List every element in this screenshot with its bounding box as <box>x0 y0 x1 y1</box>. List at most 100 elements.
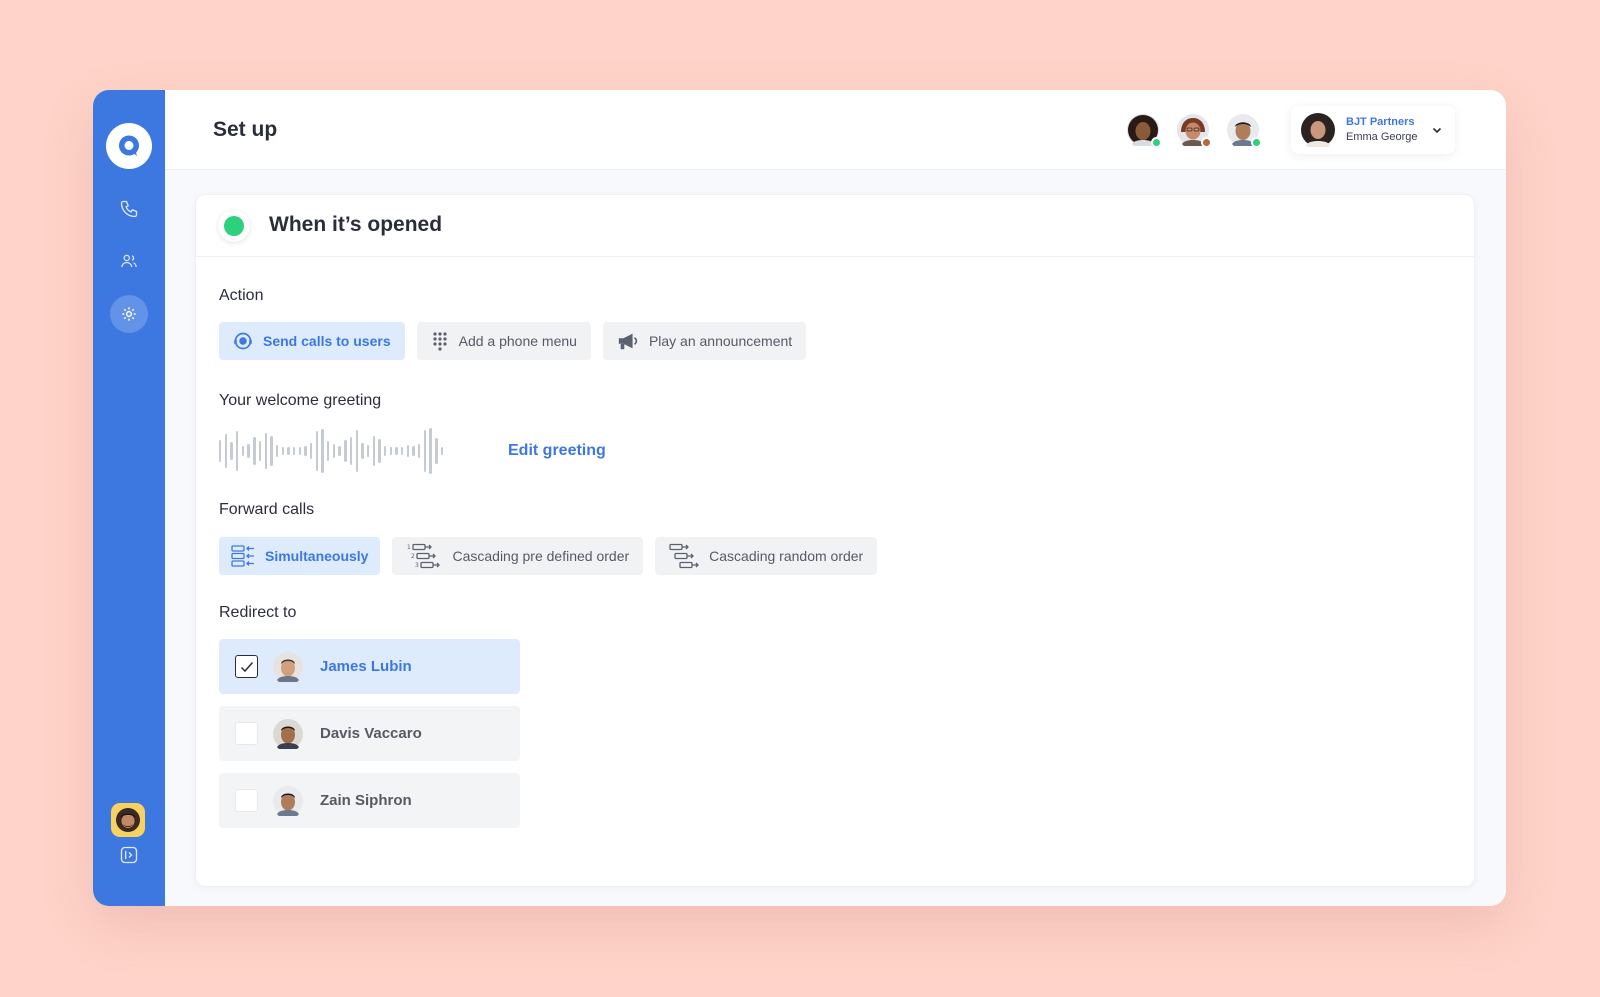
waveform-bar <box>315 431 319 471</box>
logo-icon[interactable] <box>106 123 152 169</box>
profile-avatar[interactable] <box>111 803 145 837</box>
waveform-bar <box>230 442 233 460</box>
action-options: Send calls to users Add a phone menu Pla… <box>219 322 807 360</box>
user-checkbox[interactable] <box>235 722 258 745</box>
simultaneous-icon <box>231 545 254 567</box>
waveform-bar <box>349 437 353 465</box>
chip-label: Add a phone menu <box>458 333 577 349</box>
waveform-bar <box>327 441 330 461</box>
waveform-bar <box>310 443 313 459</box>
user-avatar <box>273 651 303 682</box>
account-company: BJT Partners <box>1346 116 1415 128</box>
waveform-bar <box>236 431 239 471</box>
chip-label: Send calls to users <box>263 333 391 349</box>
user-support-icon <box>234 332 252 350</box>
card-header: When it’s opened <box>196 195 1474 257</box>
waveform-bar <box>378 439 381 463</box>
gear-icon[interactable] <box>110 295 148 333</box>
waveform-bar <box>332 444 336 458</box>
waveform-bar <box>406 445 410 457</box>
waveform-bar <box>338 446 341 456</box>
user-name: Davis Vaccaro <box>320 725 422 742</box>
waveform-bar <box>395 447 398 455</box>
cascade-random-icon <box>669 543 700 569</box>
cascading-random-order-button[interactable]: Cascading random order <box>655 537 878 575</box>
edit-greeting-link[interactable]: Edit greeting <box>508 442 606 460</box>
user-avatar <box>273 718 303 749</box>
waveform-bar <box>429 428 432 474</box>
waveform-bar <box>275 445 279 457</box>
waveform-bar <box>372 436 375 466</box>
chip-label: Cascading random order <box>709 548 864 564</box>
send-calls-to-users-button[interactable]: Send calls to users <box>219 322 405 360</box>
waveform-bar <box>361 443 364 459</box>
team-avatars <box>1127 114 1262 150</box>
waveform-bar <box>247 444 250 458</box>
waveform-bar <box>389 447 393 455</box>
chevron-down-icon[interactable] <box>1431 124 1443 136</box>
open-status-indicator <box>218 210 250 242</box>
check-icon <box>240 661 253 672</box>
waveform-bar <box>258 441 262 461</box>
waveform-bar <box>423 430 427 472</box>
waveform-bar <box>321 429 324 473</box>
waveform-bar <box>281 447 284 455</box>
cascading-predefined-order-button[interactable]: 123 Cascading pre defined order <box>392 537 644 575</box>
add-phone-menu-button[interactable]: Add a phone menu <box>416 322 591 360</box>
account-user-name: Emma George <box>1346 131 1418 143</box>
team-member-avatar[interactable] <box>1127 114 1162 150</box>
user-name: Zain Siphron <box>320 792 412 809</box>
user-checkbox[interactable] <box>235 655 258 678</box>
greeting-label: Your welcome greeting <box>219 392 382 409</box>
waveform-bar <box>440 447 444 455</box>
waveform-bar <box>304 446 307 456</box>
user-checkbox[interactable] <box>235 789 258 812</box>
collapse-sidebar-icon[interactable] <box>110 836 148 874</box>
redirect-user-row[interactable]: Zain Siphron <box>219 773 520 828</box>
redirect-user-row[interactable]: James Lubin <box>219 639 520 694</box>
waveform-bar <box>241 446 245 456</box>
online-status-dot <box>1151 137 1162 148</box>
phone-icon[interactable] <box>110 190 148 228</box>
play-announcement-button[interactable]: Play an announcement <box>602 322 807 360</box>
waveform-bar <box>418 444 421 458</box>
action-label: Action <box>219 287 264 304</box>
waveform-bar <box>355 430 358 472</box>
waveform-bar <box>412 446 415 456</box>
waveform-bar <box>219 440 222 462</box>
waveform-bar <box>435 438 438 464</box>
waveform-bar <box>253 437 256 465</box>
cascade-ordered-icon: 123 <box>407 543 441 569</box>
user-name: James Lubin <box>320 658 412 675</box>
chip-label: Cascading pre defined order <box>452 548 630 564</box>
svg-text:1: 1 <box>407 544 411 551</box>
waveform-bar <box>383 446 387 456</box>
simultaneously-button[interactable]: Simultaneously <box>219 537 381 575</box>
waveform-bar <box>344 440 347 462</box>
away-status-dot <box>1201 137 1212 148</box>
waveform-bar <box>366 445 370 457</box>
redirect-label: Redirect to <box>219 604 297 621</box>
team-member-avatar[interactable] <box>1227 114 1262 150</box>
card-title: When it’s opened <box>269 213 443 236</box>
users-icon[interactable] <box>110 242 148 280</box>
keypad-icon <box>433 332 447 351</box>
app-window: Set up BJT Partners Emma George When it’… <box>93 90 1506 906</box>
team-member-avatar[interactable] <box>1177 114 1212 150</box>
waveform-bar <box>224 434 228 468</box>
svg-text:3: 3 <box>415 562 419 569</box>
online-status-dot <box>1251 137 1262 148</box>
waveform-bar <box>292 447 296 455</box>
greeting-waveform[interactable] <box>219 428 444 474</box>
account-switcher[interactable]: BJT Partners Emma George <box>1291 106 1455 154</box>
waveform-bar <box>270 436 273 466</box>
topbar: Set up BJT Partners Emma George <box>165 90 1506 170</box>
forward-options: Simultaneously 123 Cascading pre defined… <box>219 537 878 575</box>
waveform-bar <box>287 447 290 455</box>
waveform-bar <box>264 433 267 469</box>
user-avatar <box>273 785 303 816</box>
svg-text:2: 2 <box>411 553 415 560</box>
waveform-bar <box>298 447 302 455</box>
redirect-user-row[interactable]: Davis Vaccaro <box>219 706 520 761</box>
chip-label: Play an announcement <box>648 333 793 349</box>
